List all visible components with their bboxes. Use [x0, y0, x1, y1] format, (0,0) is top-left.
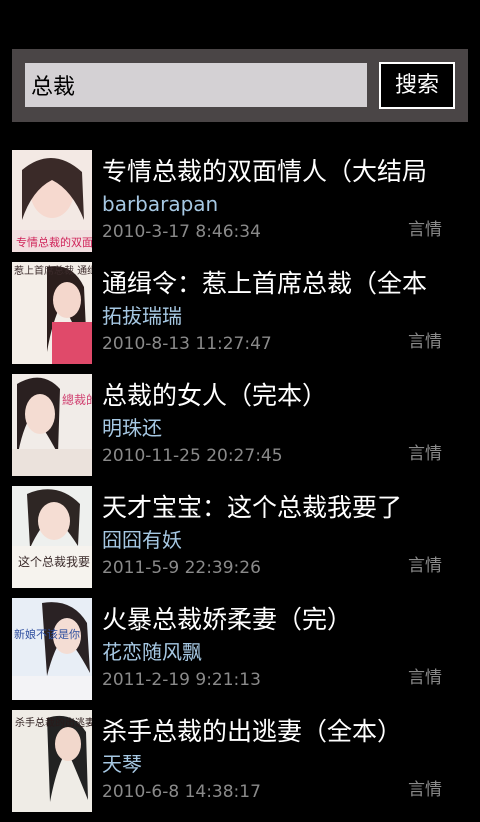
- book-title[interactable]: 专情总裁的双面情人（大结局: [102, 152, 442, 192]
- search-button[interactable]: 搜索: [379, 62, 455, 109]
- book-author: 明珠还: [102, 416, 162, 440]
- book-date: 2010-8-13 11:27:47: [102, 334, 272, 354]
- search-bar: 搜索: [12, 49, 468, 122]
- svg-text:總裁的女人: 總裁的女人: [62, 392, 92, 407]
- list-item[interactable]: 这个总裁我要 天才宝宝：这个总裁我要了 囧囧有妖 2011-5-9 22:39:…: [0, 486, 480, 598]
- book-title[interactable]: 杀手总裁的出逃妻（全本）: [102, 712, 442, 752]
- book-category: 言情: [408, 556, 442, 576]
- book-cover: 總裁的女人: [12, 374, 92, 476]
- book-cover: 专情总裁的双面人情: [12, 150, 92, 252]
- book-category: 言情: [408, 444, 442, 464]
- svg-text:新娘不该是你: 新娘不该是你: [14, 627, 80, 641]
- svg-text:这个总裁我要: 这个总裁我要: [18, 554, 90, 569]
- list-item[interactable]: 總裁的女人 总裁的女人（完本） 明珠还 2010-11-25 20:27:45 …: [0, 374, 480, 486]
- book-author: 花恋随风飘: [102, 640, 202, 664]
- book-title[interactable]: 总裁的女人（完本）: [102, 376, 442, 416]
- list-item[interactable]: 专情总裁的双面人情 专情总裁的双面情人（大结局 barbarapan 2010-…: [0, 150, 480, 262]
- book-author: 天琴: [102, 752, 142, 776]
- book-date: 2010-3-17 8:46:34: [102, 222, 261, 242]
- book-category: 言情: [408, 220, 442, 240]
- book-title[interactable]: 通缉令：惹上首席总裁（全本: [102, 264, 442, 304]
- book-date: 2010-6-8 14:38:17: [102, 782, 261, 802]
- book-title[interactable]: 天才宝宝：这个总裁我要了: [102, 488, 442, 528]
- book-title[interactable]: 火暴总裁娇柔妻（完）: [102, 600, 442, 640]
- book-cover: 杀手总裁的出逃妻: [12, 710, 92, 812]
- list-item[interactable]: 杀手总裁的出逃妻 杀手总裁的出逃妻（全本） 天琴 2010-6-8 14:38:…: [0, 710, 480, 822]
- book-author: barbarapan: [102, 192, 219, 216]
- book-category: 言情: [408, 668, 442, 688]
- book-date: 2010-11-25 20:27:45: [102, 446, 283, 466]
- list-item[interactable]: 新娘不该是你 火暴总裁娇柔妻（完） 花恋随风飘 2011-2-19 9:21:1…: [0, 598, 480, 710]
- list-item[interactable]: 惹上首席总裁 通缉令 通缉令：惹上首席总裁（全本 拓拔瑞瑞 2010-8-13 …: [0, 262, 480, 374]
- book-category: 言情: [408, 332, 442, 352]
- book-cover: 这个总裁我要: [12, 486, 92, 588]
- svg-text:专情总裁的双面人情: 专情总裁的双面人情: [16, 235, 92, 249]
- result-list: 专情总裁的双面人情 专情总裁的双面情人（大结局 barbarapan 2010-…: [0, 150, 480, 822]
- book-author: 拓拔瑞瑞: [102, 304, 182, 328]
- search-input[interactable]: [25, 63, 367, 107]
- book-date: 2011-2-19 9:21:13: [102, 670, 261, 690]
- book-cover: 新娘不该是你: [12, 598, 92, 700]
- book-author: 囧囧有妖: [102, 528, 182, 552]
- book-category: 言情: [408, 780, 442, 800]
- book-date: 2011-5-9 22:39:26: [102, 558, 261, 578]
- book-cover: 惹上首席总裁 通缉令: [12, 262, 92, 364]
- svg-text:杀手总裁的出逃妻: 杀手总裁的出逃妻: [15, 716, 92, 729]
- svg-text:惹上首席总裁 通缉令: 惹上首席总裁 通缉令: [14, 264, 92, 277]
